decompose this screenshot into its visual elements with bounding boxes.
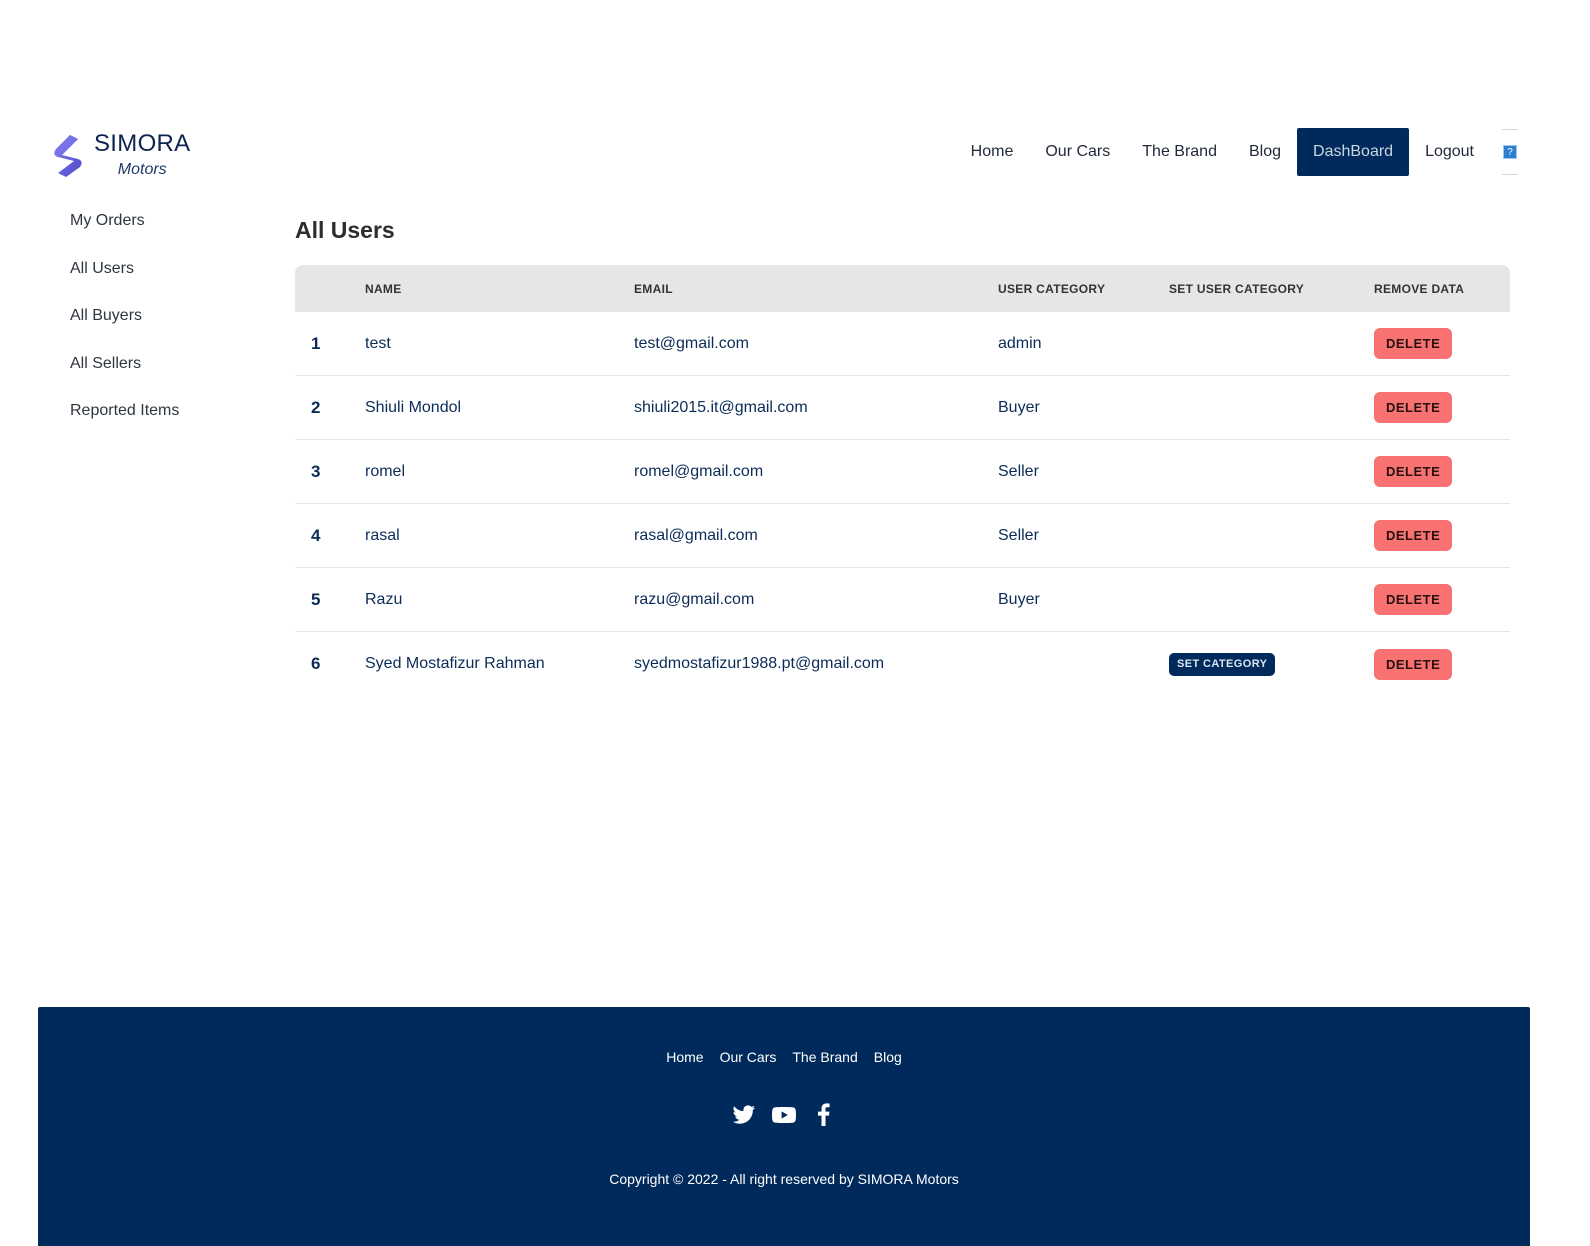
column-header-name: NAME (365, 281, 402, 296)
footer-links: Home Our Cars The Brand Blog (38, 1047, 1530, 1067)
delete-button[interactable]: DELETE (1374, 328, 1453, 359)
user-name: test (365, 334, 391, 352)
sidebar-item-reported-items[interactable]: Reported Items (70, 400, 179, 448)
footer-link-our-cars[interactable]: Our Cars (712, 1047, 785, 1067)
sidebar-item-my-orders[interactable]: My Orders (70, 210, 179, 258)
user-name: romel (365, 462, 406, 480)
delete-button[interactable]: DELETE (1374, 392, 1453, 423)
delete-button[interactable]: DELETE (1374, 584, 1453, 615)
sidebar-item-all-users[interactable]: All Users (70, 258, 179, 306)
nav-dashboard[interactable]: DashBoard (1297, 128, 1410, 176)
column-header-email: EMAIL (634, 281, 673, 296)
main-nav: Home Our Cars The Brand Blog DashBoard L… (955, 128, 1530, 176)
user-email: rasal@gmail.com (634, 526, 758, 544)
sidebar-item-all-buyers[interactable]: All Buyers (70, 305, 179, 353)
user-email: shiuli2015.it@gmail.com (634, 398, 808, 416)
users-table: NAME EMAIL USER CATEGORY SET USER CATEGO… (295, 265, 1510, 696)
column-header-remove-data: REMOVE DATA (1374, 281, 1465, 296)
facebook-icon[interactable] (812, 1103, 836, 1127)
social-links (38, 1103, 1530, 1127)
sidebar-item-all-sellers[interactable]: All Sellers (70, 353, 179, 401)
youtube-icon[interactable] (772, 1103, 796, 1127)
user-name: Razu (365, 590, 403, 608)
table-row: 5 Razu razu@gmail.com Buyer DELETE (295, 568, 1510, 632)
column-header-user-category: USER CATEGORY (998, 281, 1106, 296)
table-row: 1 test test@gmail.com admin DELETE (295, 312, 1510, 376)
user-email: romel@gmail.com (634, 462, 764, 480)
nav-the-brand[interactable]: The Brand (1126, 128, 1233, 176)
brand-subtitle: Motors (117, 161, 167, 178)
user-category: admin (998, 334, 1042, 352)
table-row: 3 romel romel@gmail.com Seller DELETE (295, 440, 1510, 504)
user-name: rasal (365, 526, 400, 544)
brand-logo[interactable]: SIMORA Motors (48, 130, 190, 180)
table-header: NAME EMAIL USER CATEGORY SET USER CATEGO… (295, 265, 1510, 312)
page-title: All Users (295, 217, 395, 243)
twitter-icon[interactable] (732, 1103, 756, 1127)
top-navbar: SIMORA Motors Home Our Cars The Brand Bl… (0, 125, 1590, 183)
row-number: 5 (311, 589, 321, 609)
user-category: Seller (998, 462, 1039, 480)
row-number: 4 (311, 525, 321, 545)
brand-name: SIMORA (94, 130, 191, 157)
simora-logo-icon (54, 135, 82, 177)
nav-home[interactable]: Home (955, 128, 1030, 176)
main-content: All Users NAME EMAIL USER CATEGORY SET U… (295, 213, 1510, 696)
row-number: 3 (311, 461, 321, 481)
nav-logout[interactable]: Logout (1409, 128, 1490, 176)
footer-link-blog[interactable]: Blog (866, 1047, 910, 1067)
nav-our-cars[interactable]: Our Cars (1029, 128, 1126, 176)
row-number: 1 (311, 333, 321, 353)
row-number: 6 (311, 654, 321, 673)
site-footer: Home Our Cars The Brand Blog Copyright ©… (38, 1007, 1530, 1246)
delete-button[interactable]: DELETE (1374, 456, 1453, 487)
user-name: Shiuli Mondol (365, 398, 462, 416)
broken-image-icon: ? (1503, 145, 1517, 159)
user-name: Syed Mostafizur Rahman (365, 655, 545, 672)
delete-button[interactable]: DELETE (1374, 648, 1453, 680)
user-email: test@gmail.com (634, 334, 749, 352)
row-number: 2 (311, 397, 321, 417)
user-email: razu@gmail.com (634, 590, 755, 608)
table-row: 6 Syed Mostafizur Rahman syedmostafizur1… (295, 632, 1510, 696)
user-category: Buyer (998, 590, 1040, 608)
copyright-text: Copyright © 2022 - All right reserved by… (609, 1171, 959, 1187)
table-row: 2 Shiuli Mondol shiuli2015.it@gmail.com … (295, 376, 1510, 440)
user-email: syedmostafizur1988.pt@gmail.com (634, 655, 885, 672)
dashboard-sidebar: My Orders All Users All Buyers All Selle… (70, 210, 179, 448)
nav-blog[interactable]: Blog (1233, 128, 1297, 176)
user-avatar[interactable]: ? (1490, 129, 1530, 175)
footer-link-home[interactable]: Home (658, 1047, 711, 1067)
table-row: 4 rasal rasal@gmail.com Seller DELETE (295, 504, 1510, 568)
column-header-set-user-category: SET USER CATEGORY (1169, 281, 1305, 296)
footer-link-the-brand[interactable]: The Brand (784, 1047, 865, 1067)
delete-button[interactable]: DELETE (1374, 520, 1453, 551)
user-category: Seller (998, 526, 1039, 544)
user-category: Buyer (998, 398, 1040, 416)
set-category-button[interactable]: SET CATEGORY (1169, 652, 1276, 676)
